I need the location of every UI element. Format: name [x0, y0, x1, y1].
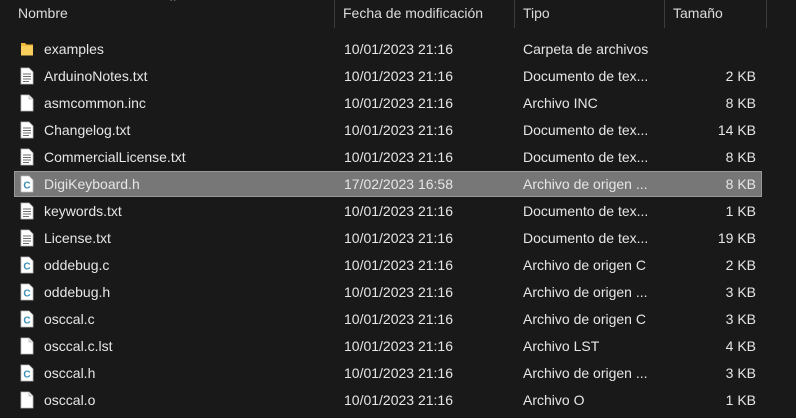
file-type: Carpeta de archivos [523, 41, 649, 57]
svg-text:C: C [23, 370, 30, 381]
file-list: examples 10/01/2023 21:16 Carpeta de archi… [0, 36, 796, 414]
file-icon [20, 391, 34, 409]
file-name: asmcommon.inc [44, 95, 146, 111]
file-modified-date: 10/01/2023 21:16 [344, 311, 453, 327]
file-name: osccal.h [44, 365, 96, 381]
svg-text:C: C [23, 181, 30, 192]
file-name: ArduinoNotes.txt [44, 68, 148, 84]
svg-text:C: C [23, 262, 30, 273]
svg-text:C: C [23, 316, 30, 327]
file-row[interactable]: Changelog.txt 10/01/2023 21:16 Documento d… [0, 117, 796, 144]
file-name: oddebug.h [44, 284, 111, 300]
file-type: Documento de tex... [523, 149, 649, 165]
file-size: 8 KB [725, 95, 756, 111]
file-name: License.txt [44, 230, 111, 246]
file-row[interactable]: osccal.o 10/01/2023 21:16 Archivo O 1 KB [0, 387, 796, 414]
file-type: Documento de tex... [523, 122, 649, 138]
file-size: 2 KB [725, 68, 756, 84]
text-file-icon [20, 229, 34, 247]
text-file-icon [20, 67, 34, 85]
file-row[interactable]: examples 10/01/2023 21:16 Carpeta de archi… [0, 36, 796, 63]
file-type: Documento de tex... [523, 230, 649, 246]
file-size: 2 KB [725, 257, 756, 273]
file-row[interactable]: ArduinoNotes.txt 10/01/2023 21:16 Document… [0, 63, 796, 90]
file-name: DigiKeyboard.h [44, 176, 140, 192]
file-row[interactable]: Coddebug.h 10/01/2023 21:16 Archivo de ori… [0, 279, 796, 306]
column-header-bar: ˄ Nombre Fecha de modificación Tipo Tama… [0, 0, 796, 28]
file-type: Archivo LST [523, 338, 600, 354]
column-header-date[interactable]: Fecha de modificación [335, 0, 513, 28]
file-name: osccal.o [44, 392, 96, 408]
file-modified-date: 10/01/2023 21:16 [344, 230, 453, 246]
text-file-icon [20, 148, 34, 166]
file-modified-date: 10/01/2023 21:16 [344, 41, 453, 57]
file-type: Archivo O [523, 392, 585, 408]
column-divider[interactable] [766, 0, 767, 28]
c-source-file-icon: C [20, 175, 34, 193]
file-size: 19 KB [717, 230, 756, 246]
file-row[interactable]: Coddebug.c 10/01/2023 21:16 Archivo de ori… [0, 252, 796, 279]
file-modified-date: 10/01/2023 21:16 [344, 284, 453, 300]
file-type: Archivo INC [523, 95, 598, 111]
file-type: Archivo de origen ... [523, 176, 648, 192]
file-modified-date: 10/01/2023 21:16 [344, 68, 453, 84]
file-name: Changelog.txt [44, 122, 131, 138]
file-size: 14 KB [717, 122, 756, 138]
file-modified-date: 10/01/2023 21:16 [344, 149, 453, 165]
column-header-name[interactable]: Nombre [10, 0, 332, 28]
c-source-file-icon: C [20, 283, 34, 301]
file-size: 8 KB [725, 176, 756, 192]
c-source-file-icon: C [20, 256, 34, 274]
file-name: oddebug.c [44, 257, 110, 273]
file-type: Archivo de origen ... [523, 365, 648, 381]
file-row[interactable]: CommercialLicense.txt 10/01/2023 21:16 Doc… [0, 144, 796, 171]
file-row[interactable]: License.txt 10/01/2023 21:16 Documento de … [0, 225, 796, 252]
folder-icon [20, 40, 34, 58]
file-type: Documento de tex... [523, 68, 649, 84]
file-modified-date: 10/01/2023 21:16 [344, 95, 453, 111]
file-modified-date: 10/01/2023 21:16 [344, 203, 453, 219]
file-row[interactable]: asmcommon.inc 10/01/2023 21:16 Archivo INC… [0, 90, 796, 117]
svg-text:C: C [23, 289, 30, 300]
file-icon [20, 94, 34, 112]
file-row[interactable]: Cosccal.h 10/01/2023 21:16 Archivo de orig… [0, 360, 796, 387]
file-size: 3 KB [725, 365, 756, 381]
file-size: 4 KB [725, 338, 756, 354]
file-modified-date: 10/01/2023 21:16 [344, 122, 453, 138]
file-size: 3 KB [725, 311, 756, 327]
file-type: Documento de tex... [523, 203, 649, 219]
file-type: Archivo de origen ... [523, 284, 648, 300]
file-modified-date: 17/02/2023 16:58 [344, 176, 453, 192]
file-size: 3 KB [725, 284, 756, 300]
file-name: examples [44, 41, 104, 57]
c-source-file-icon: C [20, 364, 34, 382]
file-icon [20, 337, 34, 355]
file-modified-date: 10/01/2023 21:16 [344, 338, 453, 354]
column-header-type[interactable]: Tipo [515, 0, 663, 28]
file-name: keywords.txt [44, 203, 122, 219]
file-name: osccal.c.lst [44, 338, 113, 354]
text-file-icon [20, 121, 34, 139]
file-row[interactable]: keywords.txt 10/01/2023 21:16 Documento de… [0, 198, 796, 225]
file-size: 8 KB [725, 149, 756, 165]
c-source-file-icon: C [20, 310, 34, 328]
text-file-icon [20, 202, 34, 220]
file-name: CommercialLicense.txt [44, 149, 186, 165]
file-size: 1 KB [725, 392, 756, 408]
file-row[interactable]: C DigiKeyboard.h 17/02/2023 16:58 Archivo d… [0, 171, 796, 198]
file-row[interactable]: Cosccal.c 10/01/2023 21:16 Archivo de orig… [0, 306, 796, 333]
file-name: osccal.c [44, 311, 95, 327]
file-modified-date: 10/01/2023 21:16 [344, 365, 453, 381]
file-size: 1 KB [725, 203, 756, 219]
file-type: Archivo de origen C [523, 257, 646, 273]
file-row[interactable]: osccal.c.lst 10/01/2023 21:16 Archivo LST 4… [0, 333, 796, 360]
file-modified-date: 10/01/2023 21:16 [344, 257, 453, 273]
file-explorer-list: ˄ Nombre Fecha de modificación Tipo Tama… [0, 0, 796, 418]
file-modified-date: 10/01/2023 21:16 [344, 392, 453, 408]
column-header-size[interactable]: Tamaño [665, 0, 765, 28]
file-size [660, 36, 756, 63]
file-type: Archivo de origen C [523, 311, 646, 327]
